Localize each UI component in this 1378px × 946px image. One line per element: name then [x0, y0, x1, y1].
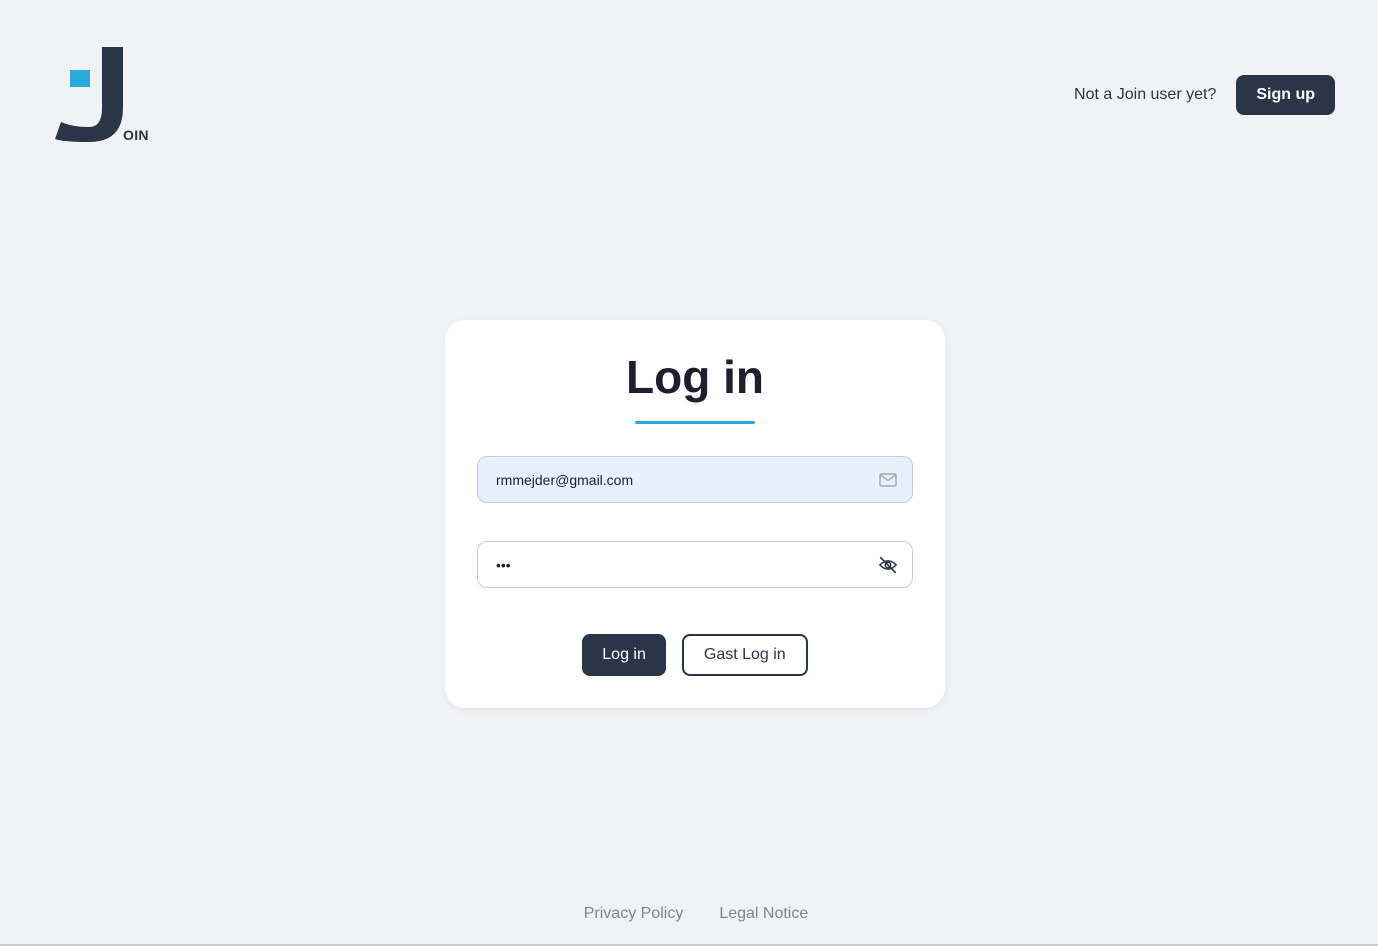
log-in-button[interactable]: Log in	[582, 634, 666, 676]
signup-area: Not a Join user yet? Sign up	[1074, 75, 1335, 115]
sign-up-button[interactable]: Sign up	[1236, 75, 1335, 115]
privacy-policy-link[interactable]: Privacy Policy	[584, 905, 684, 923]
legal-notice-link[interactable]: Legal Notice	[719, 905, 808, 923]
login-buttons: Log in Gast Log in	[445, 634, 945, 676]
footer: Privacy Policy Legal Notice	[0, 905, 1378, 923]
login-card: Log in Log in Gast Log in	[445, 320, 945, 708]
email-input[interactable]	[496, 471, 878, 488]
guest-log-in-button[interactable]: Gast Log in	[681, 634, 808, 676]
signup-prompt: Not a Join user yet?	[1074, 86, 1217, 103]
eye-off-icon[interactable]	[878, 555, 898, 575]
login-title: Log in	[626, 351, 764, 403]
join-logo[interactable]: OIN	[54, 46, 154, 146]
password-input[interactable]	[496, 556, 878, 573]
mail-icon	[878, 470, 898, 490]
password-field[interactable]	[477, 541, 913, 588]
title-underline	[635, 421, 755, 424]
logo-text: OIN	[123, 127, 149, 143]
email-field[interactable]	[477, 456, 913, 503]
